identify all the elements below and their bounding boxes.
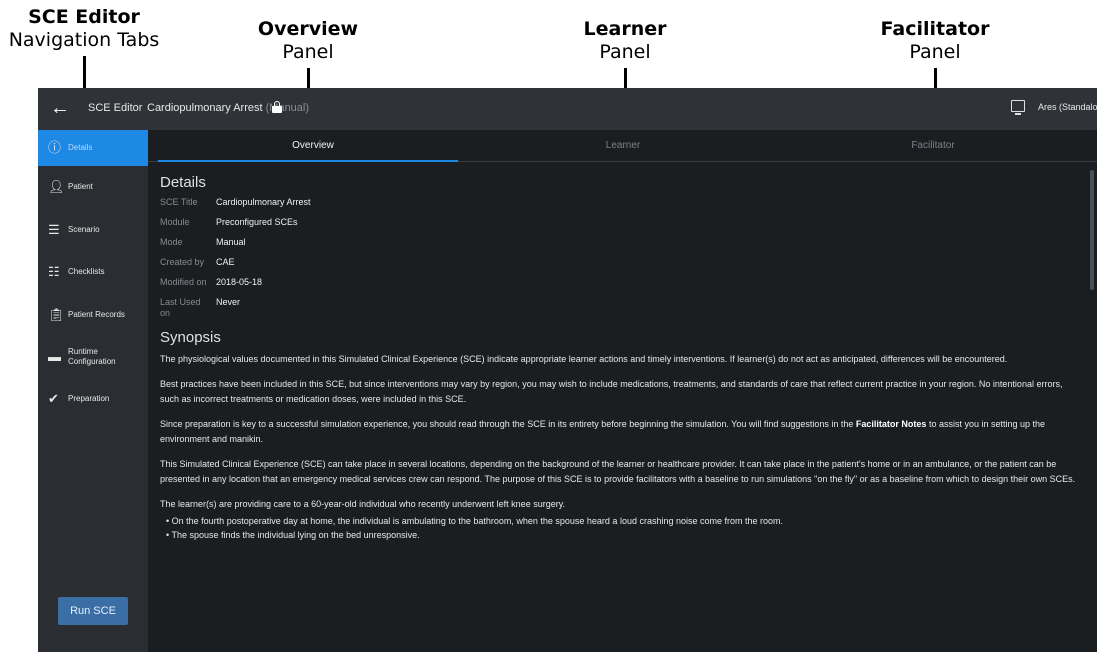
check-circle-icon: ✔	[48, 391, 59, 406]
detail-key: Created by	[160, 257, 205, 267]
top-bar: ← SCE Editor Cardiopulmonary Arrest (Man…	[38, 88, 1097, 130]
annotation-title: Overview	[257, 18, 359, 40]
detail-key: Modified on	[160, 277, 207, 287]
facilitator-notes-emphasis: Facilitator Notes	[855, 419, 927, 429]
annotation-subtitle: Navigation Tabs	[8, 29, 160, 51]
sidebar-item-label: Details	[68, 143, 93, 152]
annotation-title: SCE Editor	[28, 6, 140, 28]
sidebar-item-details[interactable]: ⓘ Details	[38, 130, 148, 166]
lock-icon	[272, 101, 282, 113]
detail-row: Modified on 2018-05-18	[160, 277, 1090, 288]
sidebar-item-label: Runtime Configuration	[68, 347, 116, 366]
sidebar-item-label: Preparation	[68, 394, 110, 403]
sidebar-item-label: Patient Records	[68, 310, 125, 319]
app-title: SCE Editor	[88, 102, 143, 114]
annotation-overview: Overview Panel	[238, 18, 378, 64]
run-sce-button[interactable]: Run SCE	[58, 597, 128, 625]
detail-row: Module Preconfigured SCEs	[160, 217, 1090, 228]
back-arrow-icon[interactable]: ←	[50, 96, 70, 120]
clipboard-icon: 📋︎	[48, 307, 65, 322]
annotation-editor-tabs: SCE Editor Navigation Tabs	[0, 6, 168, 52]
sidebar-nav: ⓘ Details 👤︎ Patient ☰ Scenario ☷ Checkl…	[38, 130, 148, 652]
detail-row: SCE Title Cardiopulmonary Arrest	[160, 197, 1090, 208]
annotation-subtitle: Panel	[909, 41, 961, 63]
sidebar-item-label: Patient	[68, 182, 93, 191]
detail-value: CAE	[216, 257, 235, 267]
annotation-title: Facilitator	[880, 18, 990, 40]
sidebar-item-patient[interactable]: 👤︎ Patient	[38, 169, 148, 205]
paragraph-text: Since preparation is key to a successful…	[160, 419, 856, 429]
detail-row: Created by CAE	[160, 257, 1090, 268]
annotation-learner: Learner Panel	[555, 18, 695, 64]
panel-tabs: Overview Learner Facilitator	[148, 130, 1097, 162]
sidebar-item-label: Checklists	[68, 267, 105, 276]
sidebar-item-runtime-configuration[interactable]: ▬ Runtime Configuration	[38, 339, 148, 375]
synopsis-paragraph: This Simulated Clinical Experience (SCE)…	[160, 459, 1076, 484]
detail-row: Mode Manual	[160, 237, 1090, 248]
document-title: Cardiopulmonary Arrest (Manual)	[147, 102, 309, 114]
detail-key: Mode	[160, 237, 183, 247]
document-name: Cardiopulmonary Arrest	[147, 102, 263, 114]
sidebar-item-scenario[interactable]: ☰ Scenario	[38, 212, 148, 248]
tab-learner[interactable]: Learner	[468, 130, 778, 162]
list-icon: ☰	[48, 222, 60, 237]
monitor-icon[interactable]	[1011, 100, 1025, 115]
person-icon: 👤︎	[48, 179, 65, 194]
detail-value: 2018-05-18	[216, 277, 263, 287]
user-label[interactable]: Ares (Standalone)	[1038, 102, 1097, 112]
synopsis-paragraph: The physiological values documented in t…	[160, 354, 1008, 364]
annotation-facilitator: Facilitator Panel	[860, 18, 1010, 64]
info-icon: ⓘ	[48, 140, 62, 155]
list-item: The spouse finds the individual lying on…	[166, 528, 1090, 542]
config-icon: ▬	[48, 349, 61, 364]
detail-key: Module	[160, 217, 190, 227]
detail-value: Preconfigured SCEs	[216, 217, 298, 227]
sidebar-item-preparation[interactable]: ✔ Preparation	[38, 381, 148, 417]
detail-key: Last Used on	[160, 297, 201, 318]
detail-key: SCE Title	[160, 197, 198, 207]
tab-facilitator[interactable]: Facilitator	[778, 130, 1088, 162]
synopsis-paragraph: Best practices have been included in thi…	[160, 379, 1063, 404]
annotation-title: Learner	[583, 18, 667, 40]
synopsis-paragraph: The learner(s) are providing care to a 6…	[160, 499, 566, 509]
detail-value: Cardiopulmonary Arrest	[216, 197, 311, 207]
main-panel: Overview Learner Facilitator Details SCE…	[148, 130, 1097, 652]
details-heading: Details	[160, 174, 206, 191]
overview-content: Details SCE Title Cardiopulmonary Arrest…	[160, 174, 1090, 542]
sidebar-item-patient-records[interactable]: 📋︎ Patient Records	[38, 297, 148, 333]
synopsis-heading: Synopsis	[160, 329, 221, 346]
sce-editor-window: ← SCE Editor Cardiopulmonary Arrest (Man…	[38, 88, 1097, 652]
synopsis-paragraph: Since preparation is key to a successful…	[160, 417, 1080, 447]
sidebar-item-checklists[interactable]: ☷ Checklists	[38, 254, 148, 290]
list-item: On the fourth postoperative day at home,…	[166, 514, 1090, 528]
tab-overview[interactable]: Overview	[158, 130, 468, 162]
synopsis-bullets: On the fourth postoperative day at home,…	[160, 514, 1090, 542]
detail-value: Never	[216, 297, 241, 307]
annotation-subtitle: Panel	[599, 41, 651, 63]
active-tab-indicator	[158, 160, 458, 162]
sidebar-item-label: Scenario	[68, 225, 100, 234]
detail-value: Manual	[216, 237, 246, 247]
checklist-icon: ☷	[48, 264, 60, 279]
annotation-subtitle: Panel	[282, 41, 334, 63]
detail-row: Last Used on Never	[160, 297, 1090, 319]
scrollbar[interactable]	[1090, 170, 1094, 290]
